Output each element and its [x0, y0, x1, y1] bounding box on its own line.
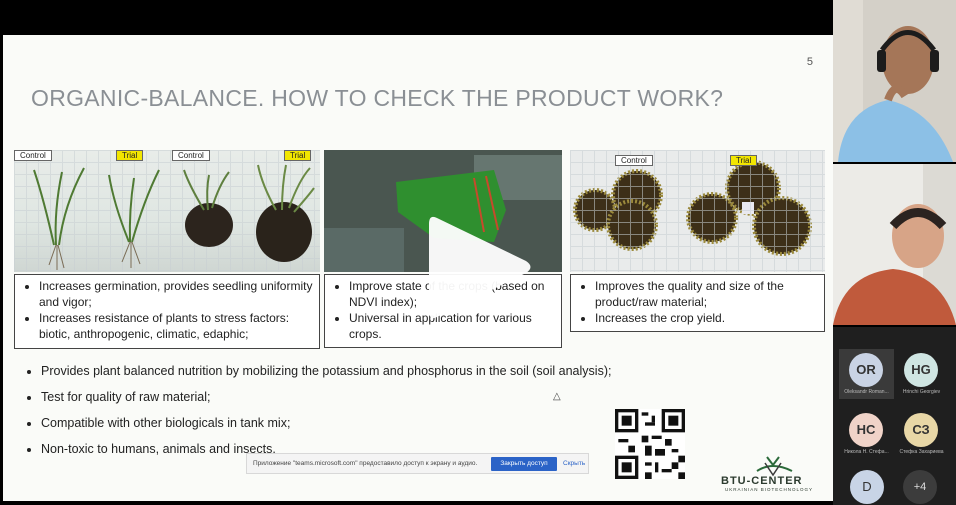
mouse-cursor-icon: △ — [553, 391, 561, 402]
qr-code-icon — [615, 409, 685, 479]
bullet-item: Provides plant balanced nutrition by mob… — [41, 362, 657, 388]
logo-name: BTU-CENTER — [721, 475, 803, 487]
participant-name: Стефка Захариева — [899, 449, 944, 455]
seedling-plants — [33, 164, 315, 270]
product-bullets: Provides plant balanced nutrition by mob… — [17, 362, 657, 466]
play-icon[interactable] — [425, 210, 535, 325]
participant-video-feed — [833, 0, 956, 162]
avatar: HC — [849, 413, 883, 447]
benefit-item: Increases resistance of plants to stress… — [39, 310, 315, 342]
qr-code[interactable] — [615, 409, 685, 479]
participant-tile[interactable]: СЗ Стефка Захариева — [894, 409, 949, 459]
participant-name: Oleksandr Roman... — [844, 389, 889, 395]
participants-panel: OR Oleksandr Roman... HG Hrinchi Georgie… — [833, 327, 956, 505]
avatar: СЗ — [904, 413, 938, 447]
avatar[interactable]: D — [850, 470, 884, 504]
hide-notification-link[interactable]: Скрыть — [563, 460, 585, 467]
trial-tag: Trial — [730, 155, 758, 166]
participant-video-2[interactable] — [833, 164, 956, 325]
screen-share-notification: Приложение "teams.microsoft.com" предост… — [246, 453, 589, 474]
participant-name: Никола Н. Стефа... — [844, 449, 889, 455]
benefit-item: Increases the crop yield. — [595, 310, 820, 326]
avatar: OR — [849, 353, 883, 387]
seedlings-photo: Control Trial Control Trial — [14, 150, 320, 272]
btu-center-logo: BTU-CENTER UKRAINIAN BIOTECHNOLOGY — [717, 453, 827, 493]
logo-tagline: UKRAINIAN BIOTECHNOLOGY — [725, 487, 814, 492]
germination-benefits-box: Increases germination, provides seedling… — [14, 274, 320, 349]
benefit-item: Improves the quality and size of the pro… — [595, 278, 820, 310]
stop-sharing-button[interactable]: Закрыть доступ — [491, 457, 557, 471]
control-tag: Control — [615, 155, 653, 166]
bullet-item: Test for quality of raw material; — [41, 388, 657, 414]
slide-title: ORGANIC-BALANCE. HOW TO CHECK THE PRODUC… — [31, 85, 724, 111]
participant-name: Hrinchi Georgiev — [902, 389, 941, 395]
bullet-item: Compatible with other biologicals in tan… — [41, 414, 657, 440]
yield-benefits-box: Improves the quality and size of the pro… — [570, 274, 825, 332]
participant-tile[interactable]: HC Никола Н. Стефа... — [839, 409, 894, 459]
more-participants-button[interactable]: +4 — [903, 470, 937, 504]
presentation-slide: 5 ORGANIC-BALANCE. HOW TO CHECK THE PROD… — [3, 35, 833, 501]
slide-number: 5 — [806, 56, 813, 68]
benefit-item: Increases germination, provides seedling… — [39, 278, 315, 310]
participant-tile[interactable]: OR Oleksandr Roman... — [839, 349, 894, 399]
notification-text: Приложение "teams.microsoft.com" предост… — [253, 460, 478, 467]
participant-video-1[interactable] — [833, 0, 956, 162]
participant-tile[interactable]: HG Hrinchi Georgiev — [894, 349, 949, 399]
participant-video-feed — [833, 164, 956, 325]
sunflowers-photo: Control Trial — [570, 150, 825, 272]
avatar: HG — [904, 353, 938, 387]
